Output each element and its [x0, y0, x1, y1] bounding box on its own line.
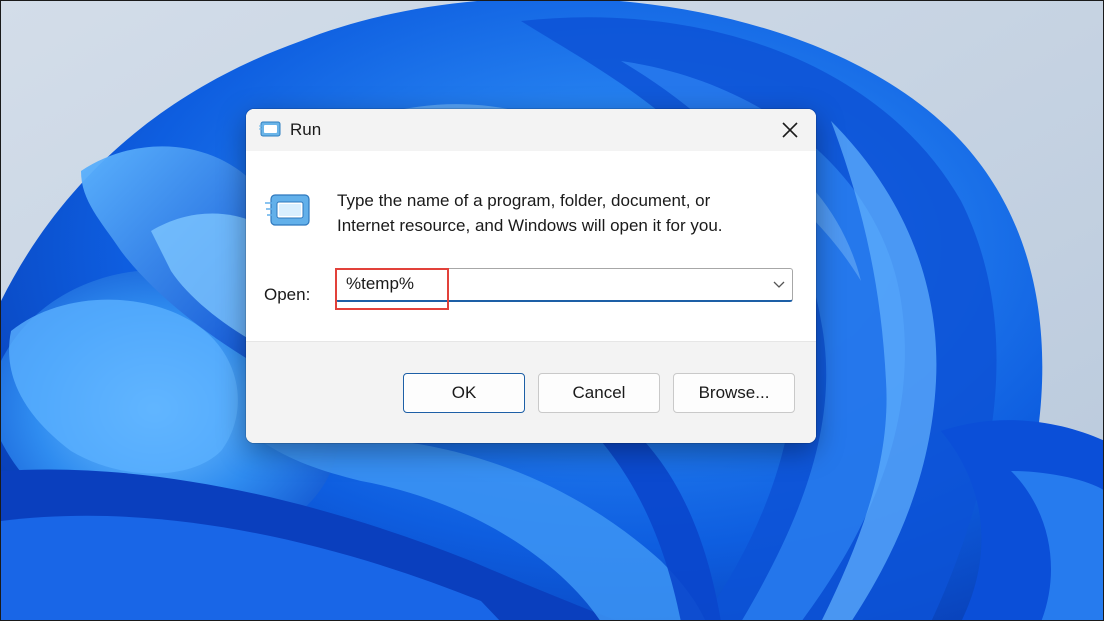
button-bar: OK Cancel Browse... [246, 341, 816, 443]
run-icon [265, 194, 310, 226]
open-combobox[interactable]: %temp% [335, 268, 793, 302]
run-icon [259, 121, 281, 137]
dialog-body: Type the name of a program, folder, docu… [246, 151, 816, 341]
cancel-button[interactable]: Cancel [538, 373, 660, 413]
title-bar[interactable]: Run [246, 109, 816, 151]
desktop: Run Type the name of a program, folder, … [0, 0, 1104, 621]
browse-button[interactable]: Browse... [673, 373, 795, 413]
open-input[interactable]: %temp% [346, 274, 414, 294]
description-line-1: Type the name of a program, folder, docu… [337, 191, 711, 210]
open-label: Open: [264, 285, 311, 304]
chevron-down-icon[interactable] [772, 277, 786, 291]
close-button[interactable] [764, 109, 816, 151]
run-dialog: Run Type the name of a program, folder, … [246, 109, 816, 443]
window-title: Run [290, 120, 322, 139]
description-line-2: Internet resource, and Windows will open… [337, 216, 723, 235]
close-icon [782, 122, 798, 138]
dialog-description: Type the name of a program, folder, docu… [337, 188, 787, 238]
ok-button[interactable]: OK [403, 373, 525, 413]
